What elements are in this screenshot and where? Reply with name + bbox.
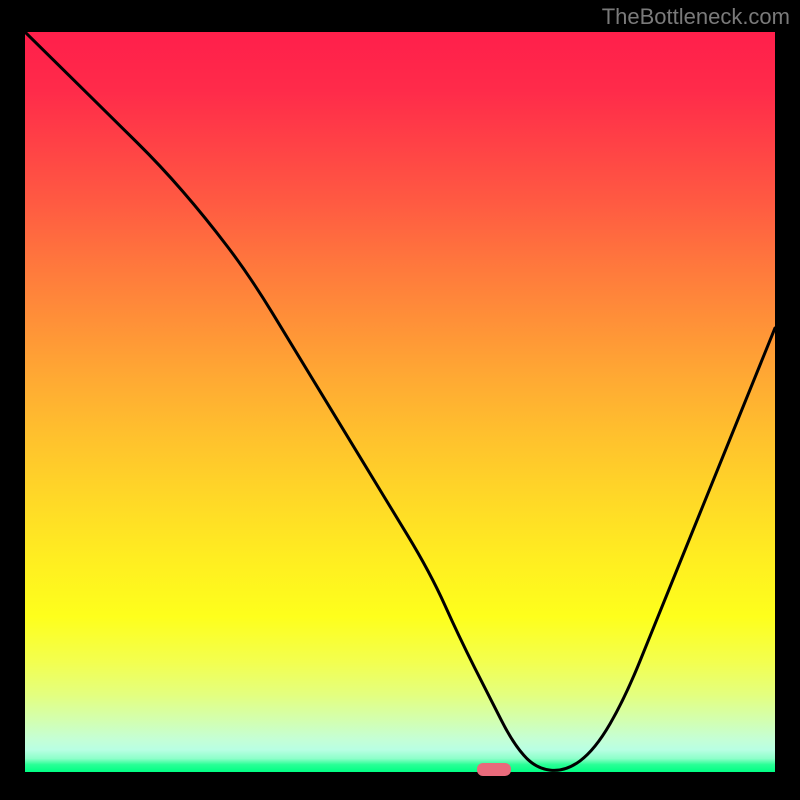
plot-area (25, 32, 775, 772)
optimum-marker (477, 763, 511, 776)
line-curve (25, 32, 775, 772)
chart-container: TheBottleneck.com (0, 0, 800, 800)
watermark-text: TheBottleneck.com (602, 4, 790, 30)
